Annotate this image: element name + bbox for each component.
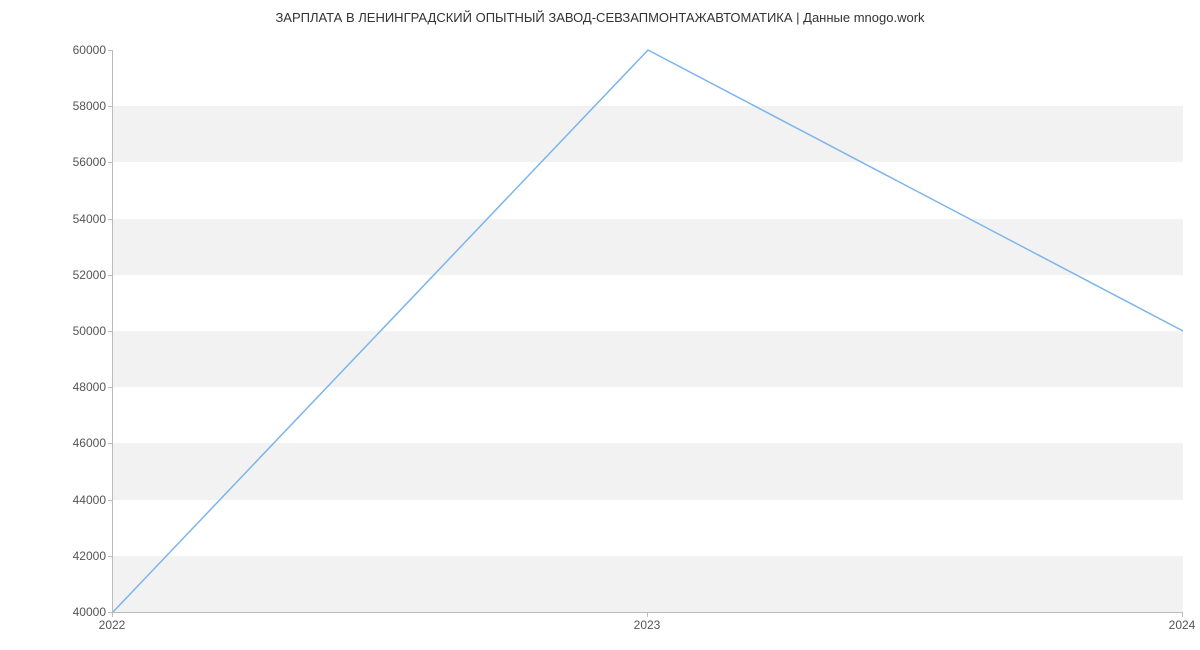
line-series (113, 50, 1183, 612)
y-tick-mark (108, 387, 113, 388)
y-tick-mark (108, 162, 113, 163)
x-tick-mark (647, 612, 648, 617)
y-tick-label: 40000 (46, 605, 106, 619)
y-tick-label: 54000 (46, 212, 106, 226)
y-tick-label: 50000 (46, 324, 106, 338)
y-tick-mark (108, 275, 113, 276)
y-tick-label: 42000 (46, 549, 106, 563)
x-tick-label: 2022 (99, 618, 126, 632)
x-tick-label: 2024 (1169, 618, 1196, 632)
y-tick-label: 48000 (46, 380, 106, 394)
y-tick-mark (108, 556, 113, 557)
x-tick-mark (1182, 612, 1183, 617)
y-tick-mark (108, 219, 113, 220)
x-tick-mark (112, 612, 113, 617)
y-tick-label: 46000 (46, 436, 106, 450)
y-tick-label: 44000 (46, 493, 106, 507)
x-tick-label: 2023 (634, 618, 661, 632)
y-tick-label: 56000 (46, 155, 106, 169)
y-tick-mark (108, 443, 113, 444)
y-tick-mark (108, 106, 113, 107)
y-tick-label: 58000 (46, 99, 106, 113)
chart-title: ЗАРПЛАТА В ЛЕНИНГРАДСКИЙ ОПЫТНЫЙ ЗАВОД-С… (0, 10, 1200, 25)
plot-area (112, 50, 1183, 613)
y-tick-label: 60000 (46, 43, 106, 57)
y-tick-label: 52000 (46, 268, 106, 282)
chart-container: ЗАРПЛАТА В ЛЕНИНГРАДСКИЙ ОПЫТНЫЙ ЗАВОД-С… (0, 0, 1200, 650)
y-tick-mark (108, 50, 113, 51)
y-tick-mark (108, 331, 113, 332)
y-tick-mark (108, 500, 113, 501)
